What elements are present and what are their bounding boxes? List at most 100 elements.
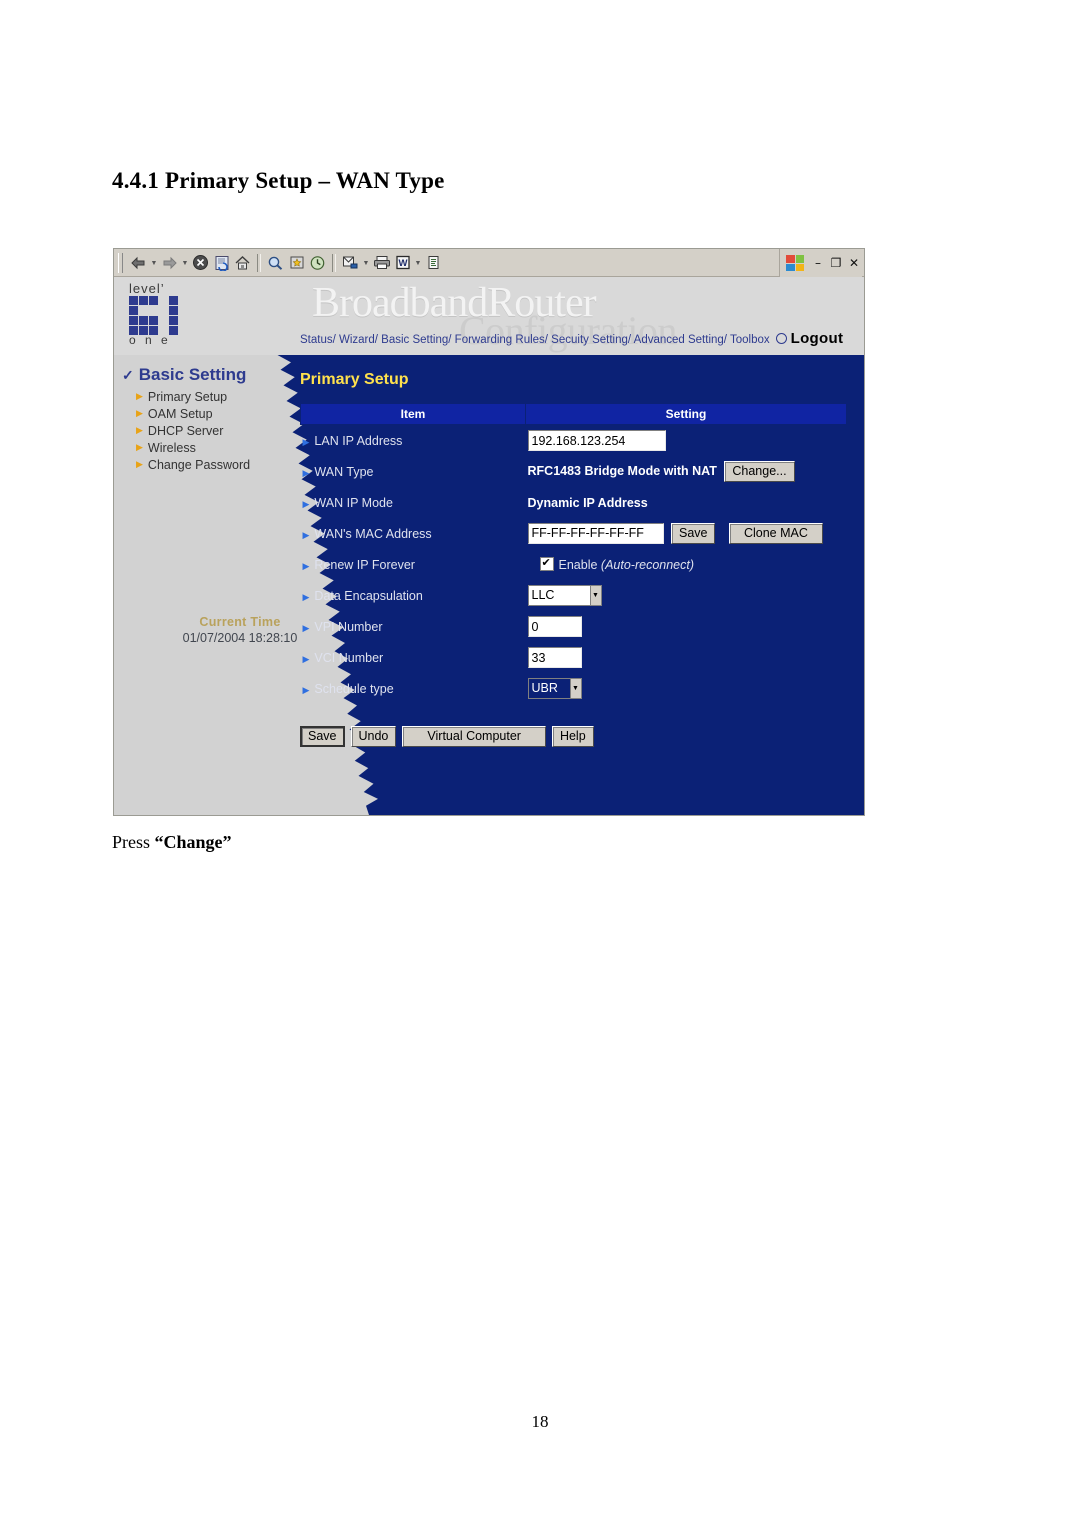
row-label: VCI Number	[314, 650, 384, 665]
lan-ip-input[interactable]	[527, 430, 666, 451]
window-controls: – ❐ ✕	[779, 249, 862, 277]
chevron-right-icon: ▶	[302, 591, 310, 602]
edit-word-icon[interactable]: W	[392, 252, 413, 273]
renew-ip-checkbox[interactable]	[539, 556, 554, 571]
chevron-right-icon: ▶	[136, 408, 143, 418]
chevron-right-icon: ▶	[302, 622, 310, 633]
row-label-cell: ▶ Renew IP Forever	[301, 549, 526, 580]
sidebar-header-label: Basic Setting	[138, 365, 247, 384]
row-label: WAN Type	[314, 464, 374, 479]
toolbar-grip[interactable]	[118, 252, 123, 273]
toolbar-separator	[257, 253, 261, 272]
chevron-right-icon: ▶	[136, 391, 143, 401]
row-label-cell: ▶ LAN IP Address	[301, 425, 526, 457]
sidebar-item-label: DHCP Server	[147, 423, 224, 438]
virtual-computer-button[interactable]: Virtual Computer	[402, 726, 546, 747]
forward-arrow-icon[interactable]	[159, 252, 180, 273]
router-body: ✓ Basic Setting ▶ Primary Setup ▶ OAM Se…	[114, 355, 864, 815]
row-value-cell: RFC1483 Bridge Mode with NAT Change...	[526, 456, 847, 487]
search-icon[interactable]	[265, 252, 286, 273]
clone-mac-button[interactable]: Clone MAC	[728, 523, 823, 545]
mail-dropdown-icon[interactable]: ▼	[361, 252, 371, 273]
print-icon[interactable]	[371, 252, 392, 273]
sidebar-item-label: Change Password	[147, 457, 251, 472]
row-label-cell: ▶ WAN's MAC Address	[301, 518, 526, 549]
primary-setup-table: Item Setting ▶ LAN IP Address 192.168.12…	[300, 403, 847, 704]
row-value-cell: Dynamic IP Address	[526, 487, 847, 518]
undo-button[interactable]: Undo	[350, 726, 397, 747]
content-panel: Primary Setup Item Setting ▶ LAN IP Addre…	[292, 355, 864, 747]
table-row-data-encapsulation: ▶ Data Encapsulation LLC ▼	[301, 580, 847, 611]
row-label-cell: ▶ VCI Number	[301, 642, 526, 673]
schedule-type-value: UBR	[528, 679, 570, 698]
help-button[interactable]: Help	[551, 726, 594, 747]
chevron-down-icon: ▼	[569, 679, 581, 698]
forward-dropdown-icon[interactable]: ▼	[180, 252, 190, 273]
discuss-icon[interactable]	[423, 252, 444, 273]
chevron-right-icon: ▶	[136, 442, 143, 452]
restore-button[interactable]: ❐	[828, 255, 844, 271]
chevron-right-icon: ▶	[302, 467, 310, 478]
favorites-icon[interactable]	[286, 252, 307, 273]
form-action-buttons: Save Undo Virtual Computer Help	[300, 726, 864, 747]
browser-toolbar: ▼ ▼ ▼ W ▼ – ❐ ✕	[114, 249, 864, 277]
edit-dropdown-icon[interactable]: ▼	[413, 252, 423, 273]
mail-icon[interactable]	[340, 252, 361, 273]
schedule-type-select[interactable]: UBR ▼	[527, 678, 582, 699]
mac-save-button[interactable]: Save	[670, 523, 716, 545]
table-header-row: Item Setting	[300, 403, 847, 425]
svg-text:W: W	[398, 258, 407, 269]
row-label-cell: ▶ WAN IP Mode	[301, 487, 526, 518]
table-row-wan-type: ▶ WAN Type RFC1483 Bridge Mode with NAT C…	[301, 456, 847, 487]
row-label-cell: ▶ VPI Number	[301, 611, 526, 642]
data-encapsulation-select[interactable]: LLC ▼	[527, 585, 602, 606]
logout-radio-icon[interactable]	[775, 333, 787, 344]
caption-bold: “Change”	[154, 832, 232, 852]
row-value-cell	[526, 425, 847, 457]
chevron-right-icon: ▶	[302, 560, 310, 571]
back-arrow-icon[interactable]	[128, 252, 149, 273]
history-icon[interactable]	[307, 252, 328, 273]
router-header: BroadbandRouter Configuration level’ o n…	[114, 277, 864, 355]
refresh-icon[interactable]	[211, 252, 232, 273]
logout-link[interactable]: Logout	[791, 330, 844, 347]
vpi-number-input[interactable]	[527, 616, 582, 637]
table-row-renew-ip: ▶ Renew IP Forever Enable (Auto-reconnect…	[301, 549, 847, 580]
stop-icon[interactable]	[190, 252, 211, 273]
row-label: Schedule type	[314, 681, 394, 696]
row-label: VPI Number	[314, 619, 383, 634]
table-row-wan-ip-mode: ▶ WAN IP Mode Dynamic IP Address	[301, 487, 847, 518]
chevron-right-icon: ▶	[136, 425, 143, 435]
wan-mac-input[interactable]	[527, 522, 664, 544]
row-label-cell: ▶ Data Encapsulation	[301, 580, 526, 611]
row-value-cell: UBR ▼	[526, 673, 847, 704]
sidebar-item-label: OAM Setup	[147, 406, 213, 421]
nav-links[interactable]: Status/ Wizard/ Basic Setting/ Forwardin…	[300, 334, 770, 346]
chevron-right-icon: ▶	[302, 653, 310, 664]
back-dropdown-icon[interactable]: ▼	[149, 252, 159, 273]
chevron-right-icon: ▶	[302, 529, 310, 540]
row-value-cell	[526, 642, 847, 673]
chevron-right-icon: ▶	[302, 684, 310, 695]
page-number: 18	[531, 1412, 549, 1431]
main-nav[interactable]: Status/ Wizard/ Basic Setting/ Forwardin…	[300, 330, 843, 347]
windows-logo-icon	[786, 255, 804, 271]
change-button[interactable]: Change...	[724, 461, 795, 482]
renew-ip-checkbox-label: Enable	[558, 558, 598, 572]
row-label: Renew IP Forever	[314, 557, 415, 572]
close-button[interactable]: ✕	[846, 255, 862, 271]
table-row-wan-mac: ▶ WAN's MAC Address Save Clone MAC	[301, 518, 847, 549]
sidebar-item-label: Primary Setup	[147, 389, 228, 404]
column-header-setting: Setting	[525, 403, 847, 425]
panel-title: Primary Setup	[300, 371, 409, 388]
column-header-item: Item	[300, 403, 526, 425]
vci-number-input[interactable]	[527, 647, 582, 668]
row-value-cell: Enable (Auto-reconnect)	[526, 549, 847, 580]
chevron-down-icon: ▼	[589, 586, 601, 605]
save-button[interactable]: Save	[300, 726, 345, 747]
row-label: WAN's MAC Address	[314, 526, 432, 541]
minimize-button[interactable]: –	[810, 255, 826, 271]
home-icon[interactable]	[232, 252, 253, 273]
chevron-right-icon: ▶	[136, 459, 143, 469]
row-value-cell: LLC ▼	[526, 580, 847, 611]
